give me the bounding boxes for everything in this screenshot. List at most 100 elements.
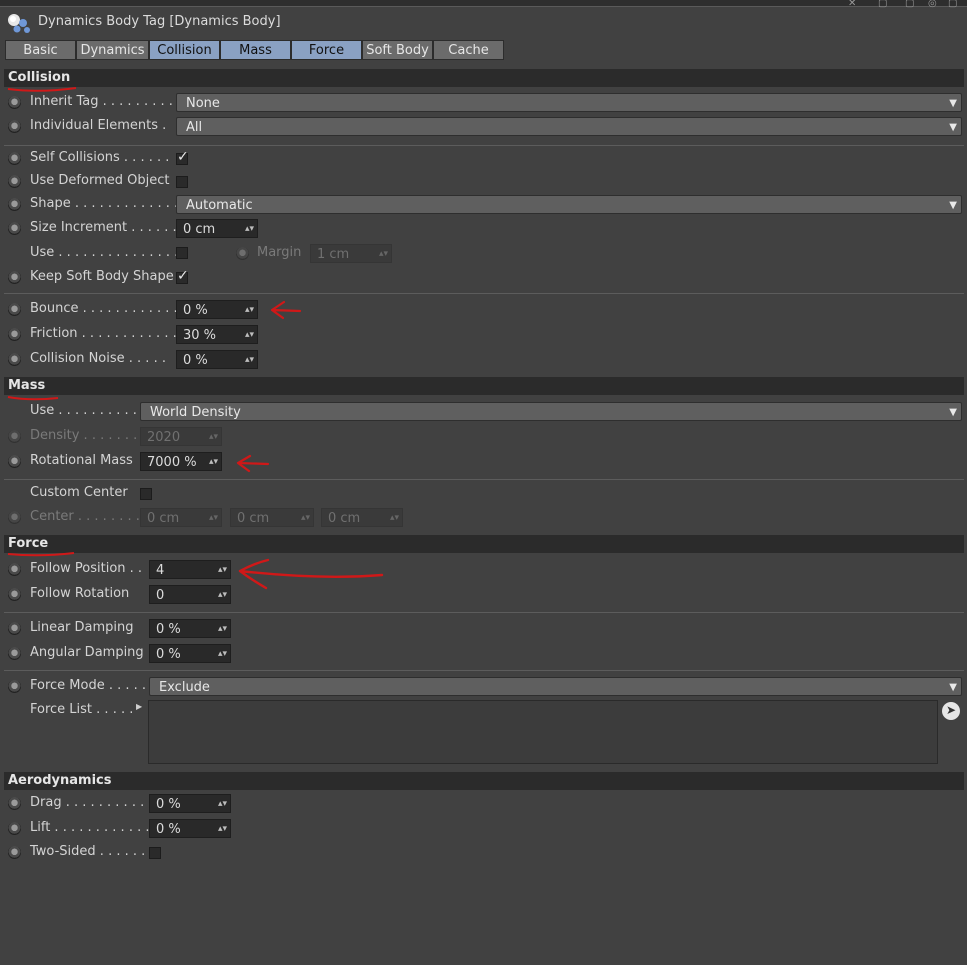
tab-force[interactable]: Force: [291, 40, 362, 60]
individual-elements-dropdown[interactable]: All ▼: [176, 117, 962, 136]
size-increment-value: 0 cm: [183, 222, 216, 237]
bounce-field[interactable]: 0 % ▴▾: [176, 300, 258, 319]
rotational-mass-field[interactable]: 7000 % ▴▾: [140, 452, 222, 471]
pick-cursor-icon[interactable]: ➤: [942, 702, 960, 720]
collision-noise-field[interactable]: 0 % ▴▾: [176, 350, 258, 369]
animate-radio[interactable]: [8, 96, 21, 109]
animate-radio[interactable]: [8, 198, 21, 211]
settings-icon[interactable]: ◎: [928, 0, 937, 9]
tab-basic[interactable]: Basic: [5, 40, 76, 60]
custom-center-checkbox[interactable]: [140, 488, 152, 500]
row-density: Density . . . . . . . . 2020 ▴▾: [6, 426, 306, 448]
use-margin-checkbox[interactable]: [176, 247, 188, 259]
animate-radio[interactable]: [8, 455, 21, 468]
shape-dropdown[interactable]: Automatic ▼: [176, 195, 962, 214]
expand-triangle-icon[interactable]: ▶: [136, 702, 142, 711]
lock-icon[interactable]: ▢: [878, 0, 887, 9]
shape-label: Shape . . . . . . . . . . . . .: [30, 196, 179, 211]
spinner-icon[interactable]: ▴▾: [218, 820, 227, 839]
divider: [4, 479, 964, 480]
tab-soft-body[interactable]: Soft Body: [362, 40, 433, 60]
row-collision-noise: Collision Noise . . . . . 0 % ▴▾: [6, 349, 306, 371]
density-field[interactable]: 2020 ▴▾: [140, 427, 222, 446]
friction-field[interactable]: 30 % ▴▾: [176, 325, 258, 344]
tab-mass[interactable]: Mass: [220, 40, 291, 60]
animate-radio[interactable]: [8, 152, 21, 165]
chevron-down-icon: ▼: [949, 200, 957, 211]
inherit-tag-dropdown[interactable]: None ▼: [176, 93, 962, 112]
drag-field[interactable]: 0 % ▴▾: [149, 794, 231, 813]
animate-radio[interactable]: [8, 222, 21, 235]
animate-radio[interactable]: [8, 822, 21, 835]
spinner-icon[interactable]: ▴▾: [390, 509, 399, 528]
spinner-icon[interactable]: ▴▾: [245, 351, 254, 370]
follow-rotation-label: Follow Rotation: [30, 586, 130, 601]
animate-radio[interactable]: [8, 563, 21, 576]
mass-use-dropdown[interactable]: World Density ▼: [140, 402, 962, 421]
spinner-icon[interactable]: ▴▾: [209, 509, 218, 528]
lift-field[interactable]: 0 % ▴▾: [149, 819, 231, 838]
spinner-icon[interactable]: ▴▾: [245, 220, 254, 239]
animate-radio[interactable]: [8, 353, 21, 366]
animate-radio[interactable]: [8, 175, 21, 188]
animate-radio[interactable]: [8, 680, 21, 693]
animate-radio[interactable]: [8, 120, 21, 133]
center-label: Center . . . . . . . . .: [30, 509, 149, 524]
row-two-sided: Two-Sided . . . . . .: [6, 842, 306, 864]
rotational-mass-value: 7000 %: [147, 455, 197, 470]
menu-icon[interactable]: ▢: [948, 0, 957, 9]
margin-field[interactable]: 1 cm ▴▾: [310, 244, 392, 263]
spinner-icon[interactable]: ▴▾: [301, 509, 310, 528]
center-z-field[interactable]: 0 cm ▴▾: [321, 508, 403, 527]
angular-damping-field[interactable]: 0 % ▴▾: [149, 644, 231, 663]
section-mass-header: Mass: [4, 377, 964, 395]
margin-label: Margin: [257, 245, 302, 260]
linear-damping-field[interactable]: 0 % ▴▾: [149, 619, 231, 638]
row-shape: Shape . . . . . . . . . . . . . Automati…: [6, 194, 964, 216]
spinner-icon[interactable]: ▴▾: [209, 428, 218, 447]
animate-radio[interactable]: [8, 511, 21, 524]
animate-radio[interactable]: [8, 622, 21, 635]
animate-radio[interactable]: [8, 588, 21, 601]
keep-soft-body-shape-checkbox[interactable]: ✓: [176, 268, 189, 284]
animate-radio[interactable]: [8, 271, 21, 284]
individual-elements-label: Individual Elements .: [30, 118, 167, 133]
spinner-icon[interactable]: ▴▾: [245, 326, 254, 345]
animate-radio[interactable]: [8, 797, 21, 810]
animate-radio[interactable]: [8, 846, 21, 859]
animate-radio[interactable]: [8, 430, 21, 443]
lift-label: Lift . . . . . . . . . . . . .: [30, 820, 158, 835]
size-increment-field[interactable]: 0 cm ▴▾: [176, 219, 258, 238]
self-collisions-checkbox[interactable]: ✓: [176, 149, 189, 165]
divider: [4, 612, 964, 613]
center-x-field[interactable]: 0 cm ▴▾: [140, 508, 222, 527]
use-deformed-object-label: Use Deformed Object: [30, 173, 170, 188]
tab-collision[interactable]: Collision: [149, 40, 220, 60]
animate-radio[interactable]: [8, 328, 21, 341]
row-bounce: Bounce . . . . . . . . . . . . 0 % ▴▾: [6, 299, 306, 321]
follow-rotation-field[interactable]: 0 ▴▾: [149, 585, 231, 604]
tab-dynamics[interactable]: Dynamics: [76, 40, 149, 60]
spinner-icon[interactable]: ▴▾: [379, 245, 388, 264]
spinner-icon[interactable]: ▴▾: [209, 453, 218, 472]
follow-position-field[interactable]: 4 ▴▾: [149, 560, 231, 579]
spinner-icon[interactable]: ▴▾: [218, 561, 227, 580]
animate-radio[interactable]: [8, 303, 21, 316]
lift-value: 0 %: [156, 822, 181, 837]
use-deformed-object-checkbox[interactable]: [176, 176, 188, 188]
spinner-icon[interactable]: ▴▾: [218, 645, 227, 664]
center-y-field[interactable]: 0 cm ▴▾: [230, 508, 314, 527]
animate-radio[interactable]: [8, 647, 21, 660]
margin-radio[interactable]: [236, 247, 249, 260]
spinner-icon[interactable]: ▴▾: [245, 301, 254, 320]
spinner-icon[interactable]: ▴▾: [218, 620, 227, 639]
tab-cache[interactable]: Cache: [433, 40, 504, 60]
close-icon[interactable]: ✕: [848, 0, 856, 9]
expand-icon[interactable]: ▢: [905, 0, 914, 9]
two-sided-checkbox[interactable]: [149, 847, 161, 859]
spinner-icon[interactable]: ▴▾: [218, 795, 227, 814]
force-list-box[interactable]: [148, 700, 938, 764]
mass-use-value: World Density: [150, 405, 241, 420]
spinner-icon[interactable]: ▴▾: [218, 586, 227, 605]
force-mode-dropdown[interactable]: Exclude ▼: [149, 677, 962, 696]
